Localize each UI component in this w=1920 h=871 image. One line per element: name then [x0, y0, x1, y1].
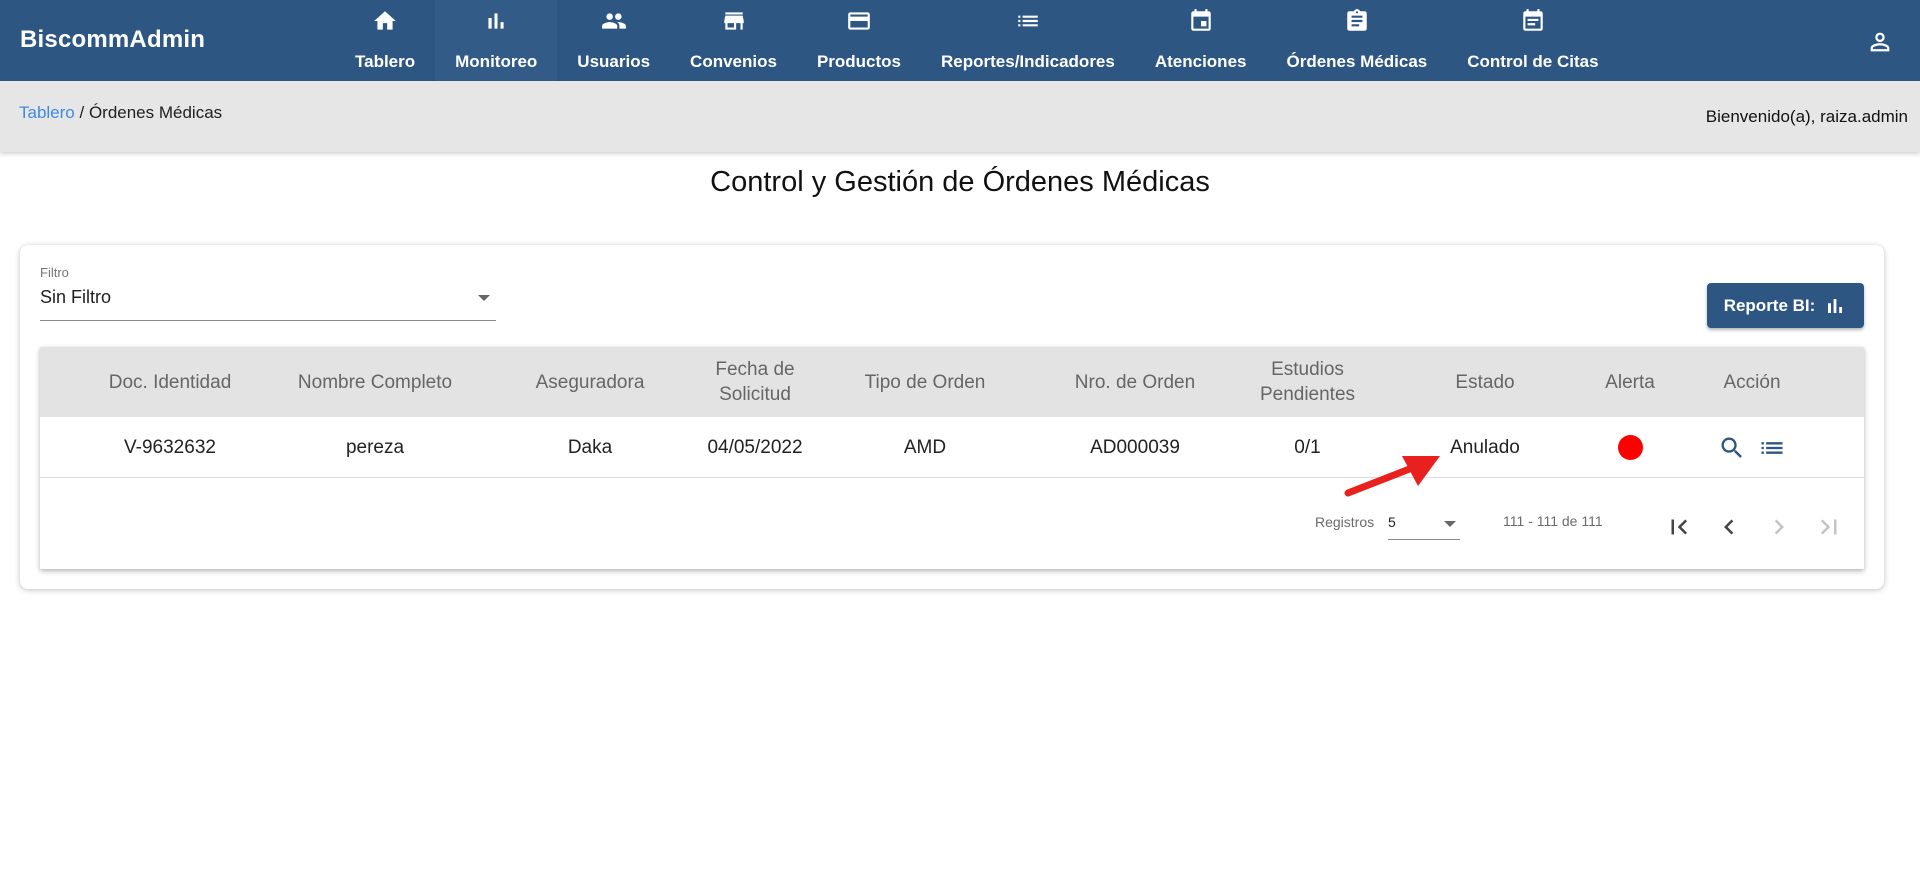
page-range-label: 111 - 111 de 111	[1503, 513, 1603, 529]
nav-item-monitoreo[interactable]: Monitoreo	[435, 0, 558, 81]
nav-item-atenciones[interactable]: Atenciones	[1135, 0, 1267, 81]
breadcrumb-link-tablero[interactable]: Tablero	[19, 103, 75, 122]
cell-status: Anulado	[1450, 436, 1520, 458]
filter-label: Filtro	[40, 265, 69, 280]
paginator: Registros 5 111 - 111 de 111	[40, 478, 1864, 569]
nav-item-control-de-citas[interactable]: Control de Citas	[1447, 0, 1618, 81]
previous-page-icon[interactable]	[1714, 512, 1744, 542]
cell-date: 04/05/2022	[707, 436, 803, 458]
page-size-value: 5	[1388, 514, 1396, 530]
dropdown-arrow-icon	[478, 295, 490, 301]
nav-item-reportes-indicadores[interactable]: Reportes/Indicadores	[921, 0, 1135, 81]
breadcrumb-current: Órdenes Médicas	[88, 103, 223, 122]
list-icon[interactable]	[1758, 434, 1786, 462]
cell-type: AMD	[903, 436, 947, 458]
column-header-date[interactable]: Fecha de Solicitud	[690, 347, 820, 417]
nav-item-productos[interactable]: Productos	[797, 0, 921, 81]
nav-item-usuarios[interactable]: Usuarios	[557, 0, 670, 81]
filter-underline	[40, 320, 496, 321]
page-size-select[interactable]: 5	[1388, 512, 1460, 540]
page-size-label: Registros	[1315, 514, 1375, 530]
column-header-status[interactable]: Estado	[1420, 347, 1550, 417]
calendar-note-icon	[1520, 8, 1546, 34]
clipboard-icon	[1344, 8, 1370, 34]
user-account-icon[interactable]	[1866, 28, 1894, 56]
report-bi-button[interactable]: Reporte BI:	[1707, 283, 1864, 328]
orders-card: Filtro Sin Filtro Reporte BI: Doc. Ident…	[20, 245, 1884, 589]
main-nav: Tablero Monitoreo Usuarios Convenios Pro…	[335, 0, 1619, 81]
cell-name: pereza	[345, 436, 405, 458]
table-header: Doc. Identidad Nombre Completo Asegurado…	[40, 347, 1864, 417]
cell-insurer: Daka	[567, 436, 613, 458]
nav-item-convenios[interactable]: Convenios	[670, 0, 797, 81]
breadcrumb-bar: Tablero / Órdenes Médicas Bienvenido(a),…	[0, 81, 1920, 152]
nav-label: Monitoreo	[455, 52, 538, 71]
bar-chart-icon	[483, 8, 509, 34]
report-bi-label: Reporte BI:	[1723, 295, 1816, 315]
column-header-pending[interactable]: Estudios Pendientes	[1245, 347, 1370, 417]
column-header-insurer[interactable]: Aseguradora	[500, 347, 680, 417]
page-size-underline	[1388, 539, 1460, 540]
cell-actions	[1702, 417, 1802, 478]
table-row[interactable]: V-9632632 pereza Daka 04/05/2022 AMD AD0…	[40, 417, 1864, 478]
column-header-type[interactable]: Tipo de Orden	[840, 347, 1010, 417]
column-header-order-no[interactable]: Nro. de Orden	[1040, 347, 1230, 417]
orders-table: Doc. Identidad Nombre Completo Asegurado…	[40, 347, 1864, 569]
first-page-icon[interactable]	[1664, 512, 1694, 542]
column-header-alert: Alerta	[1605, 371, 1655, 393]
nav-label: Reportes/Indicadores	[941, 52, 1115, 71]
next-page-icon[interactable]	[1764, 512, 1794, 542]
nav-label: Órdenes Médicas	[1286, 52, 1428, 71]
cell-order-no: AD000039	[1090, 436, 1180, 458]
page-title: Control y Gestión de Órdenes Médicas	[710, 166, 1210, 198]
column-header-name[interactable]: Nombre Completo	[280, 347, 470, 417]
nav-label: Control de Citas	[1467, 52, 1599, 71]
nav-item-ordenes-medicas[interactable]: Órdenes Médicas	[1266, 0, 1447, 81]
bar-chart-icon	[1823, 294, 1847, 318]
dropdown-arrow-icon	[1444, 521, 1456, 527]
people-icon	[601, 8, 627, 34]
nav-label: Convenios	[690, 52, 777, 71]
nav-item-tablero[interactable]: Tablero	[335, 0, 435, 81]
nav-label: Tablero	[355, 52, 416, 71]
column-header-action: Acción	[1723, 371, 1781, 393]
filter-value: Sin Filtro	[40, 287, 112, 307]
top-navbar: BiscommAdmin Tablero Monitoreo Usuarios …	[0, 0, 1920, 81]
filter-select[interactable]: Filtro Sin Filtro	[40, 265, 496, 321]
nav-label: Atenciones	[1154, 52, 1247, 71]
breadcrumb-separator: /	[74, 103, 89, 122]
nav-label: Productos	[816, 52, 902, 71]
brand-logo-text[interactable]: BiscommAdmin	[20, 26, 205, 54]
search-icon[interactable]	[1718, 434, 1746, 462]
breadcrumb: Tablero / Órdenes Médicas	[19, 103, 222, 123]
home-icon	[372, 8, 398, 34]
welcome-message: Bienvenido(a), raiza.admin	[1705, 107, 1908, 126]
cell-pending: 0/1	[1294, 436, 1321, 458]
column-header-doc[interactable]: Doc. Identidad	[85, 347, 255, 417]
credit-card-icon	[846, 8, 872, 34]
alert-indicator	[1617, 435, 1643, 460]
cell-alert	[1580, 417, 1680, 478]
nav-label: Usuarios	[577, 52, 651, 71]
store-icon	[721, 8, 747, 34]
cell-doc: V-9632632	[124, 436, 216, 458]
last-page-icon[interactable]	[1814, 512, 1844, 542]
list-icon	[1015, 8, 1041, 34]
calendar-icon	[1188, 8, 1214, 34]
